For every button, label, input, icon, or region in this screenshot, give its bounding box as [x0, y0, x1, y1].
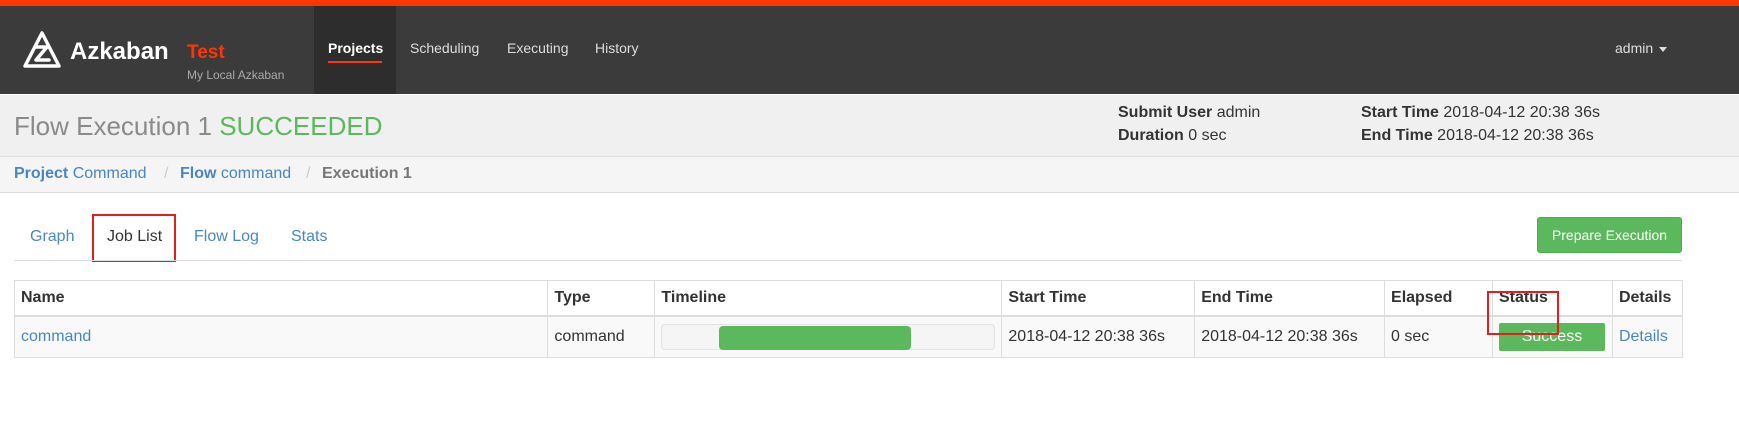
- job-list-table: Name Type Timeline Start Time End Time E…: [13, 280, 1684, 358]
- flow-status: SUCCEEDED: [219, 111, 383, 141]
- breadcrumb-separator: /: [306, 165, 311, 182]
- prepare-execution-button[interactable]: Prepare Execution: [1537, 217, 1682, 253]
- nav-scheduling[interactable]: Scheduling: [410, 40, 479, 56]
- brand-name: Azkaban: [70, 38, 169, 65]
- start-time: Start Time 2018-04-12 20:38 36s: [1361, 104, 1600, 122]
- azkaban-logo-icon: [23, 31, 61, 68]
- job-timeline-cell: [654, 315, 1003, 358]
- tab-stats[interactable]: Stats: [291, 228, 327, 246]
- job-elapsed-cell: 0 sec: [1384, 315, 1493, 358]
- start-time-label: Start Time: [1361, 104, 1439, 121]
- user-name: admin: [1615, 40, 1654, 56]
- breadcrumb-execution: Execution 1: [322, 165, 412, 182]
- navbar: Azkaban Test My Local Azkaban Projects S…: [0, 6, 1739, 94]
- nav-executing[interactable]: Executing: [507, 40, 568, 56]
- nav-active-underline: [328, 61, 382, 63]
- job-name-link[interactable]: command: [21, 328, 91, 345]
- column-header-type: Type: [547, 280, 656, 317]
- breadcrumb-flow-link[interactable]: Flow command: [180, 165, 291, 182]
- job-name-cell: command: [13, 315, 549, 358]
- timeline-track: [661, 324, 996, 350]
- end-time-value: 2018-04-12 20:38 36s: [1437, 127, 1594, 144]
- column-header-elapsed: Elapsed: [1384, 280, 1493, 317]
- table-header-row: Name Type Timeline Start Time End Time E…: [13, 280, 1684, 317]
- brand-subtitle: My Local Azkaban: [187, 68, 285, 82]
- flow-header: Flow Execution 1 SUCCEEDED Submit User a…: [0, 95, 1739, 157]
- brand-environment: Test: [187, 42, 225, 63]
- column-header-details: Details: [1611, 280, 1684, 317]
- flow-execution-title: Flow Execution 1: [14, 111, 212, 141]
- breadcrumb-flow[interactable]: Flow command: [180, 165, 291, 183]
- annotation-highlight-box: [92, 214, 176, 262]
- end-time-label: End Time: [1361, 127, 1433, 144]
- user-menu[interactable]: admin: [1615, 40, 1668, 56]
- submit-user: Submit User admin: [1118, 104, 1260, 122]
- breadcrumb-project-label: Project: [14, 165, 69, 182]
- submit-user-label: Submit User: [1118, 104, 1213, 121]
- tab-divider: [14, 260, 1682, 261]
- nav-history[interactable]: History: [595, 40, 639, 56]
- job-start-time-cell: 2018-04-12 20:38 36s: [1001, 315, 1196, 358]
- breadcrumb-flow-label: Flow: [180, 165, 217, 182]
- page-title: Flow Execution 1 SUCCEEDED: [14, 111, 382, 142]
- tab-flow-log[interactable]: Flow Log: [194, 228, 259, 246]
- job-end-time-cell: 2018-04-12 20:38 36s: [1194, 315, 1386, 358]
- nav-projects[interactable]: Projects: [328, 40, 383, 56]
- tab-graph[interactable]: Graph: [30, 228, 74, 246]
- job-type-cell: command: [547, 315, 656, 358]
- breadcrumb-separator: /: [164, 165, 169, 182]
- job-details-cell: Details: [1611, 315, 1684, 358]
- duration: Duration 0 sec: [1118, 127, 1226, 145]
- column-header-timeline: Timeline: [654, 280, 1003, 317]
- duration-label: Duration: [1118, 127, 1184, 144]
- breadcrumb: Project Command / Flow command / Executi…: [0, 157, 1739, 193]
- breadcrumb-project-link[interactable]: Project Command: [14, 165, 147, 182]
- column-header-start-time: Start Time: [1001, 280, 1196, 317]
- submit-user-value: admin: [1216, 104, 1261, 121]
- caret-down-icon: [1659, 46, 1668, 52]
- start-time-value: 2018-04-12 20:38 36s: [1443, 104, 1600, 121]
- duration-value: 0 sec: [1188, 127, 1227, 144]
- annotation-highlight-box: [1487, 291, 1559, 335]
- timeline-bar: [718, 326, 912, 350]
- column-header-end-time: End Time: [1194, 280, 1386, 317]
- job-details-link[interactable]: Details: [1619, 328, 1668, 345]
- breadcrumb-project-name: Command: [72, 165, 147, 182]
- column-header-name: Name: [13, 280, 549, 317]
- end-time: End Time 2018-04-12 20:38 36s: [1361, 127, 1594, 145]
- breadcrumb-project[interactable]: Project Command: [14, 165, 147, 183]
- table-row: command command 2018-04-12 20:38 36s 201…: [13, 315, 1684, 358]
- breadcrumb-flow-name: command: [220, 165, 292, 182]
